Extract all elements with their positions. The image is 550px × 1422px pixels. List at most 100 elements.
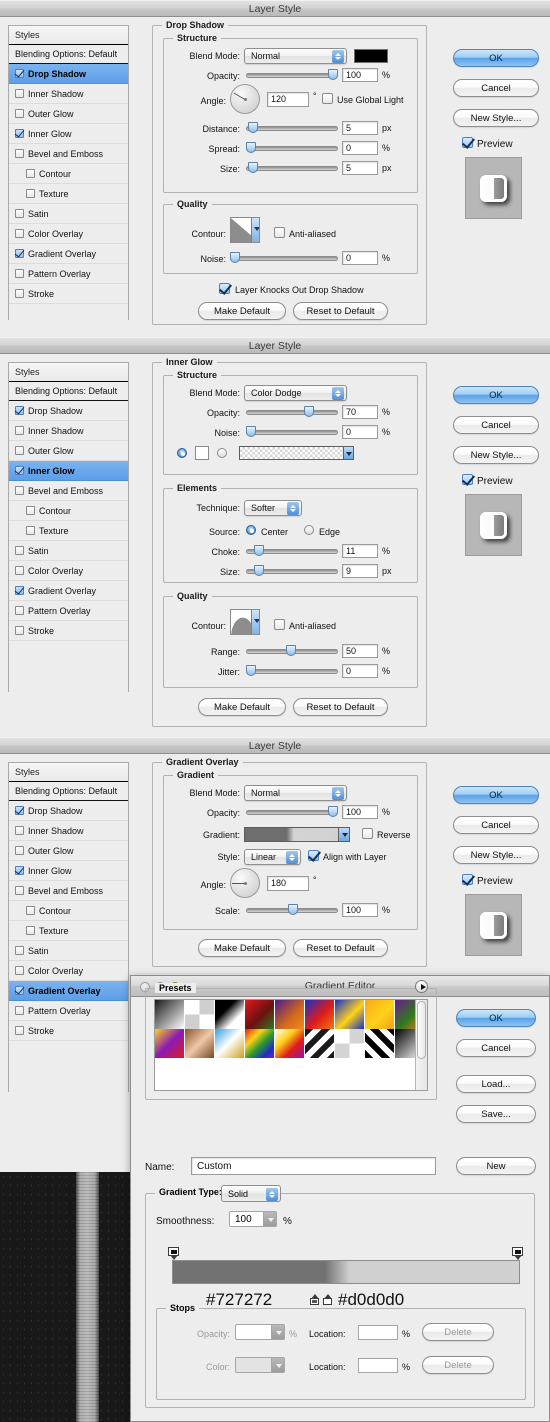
checkbox-color-overlay[interactable]	[15, 566, 24, 575]
size-slider[interactable]	[246, 565, 338, 577]
gradient-type-select[interactable]: Solid	[221, 1185, 281, 1202]
choke-input[interactable]: 11	[342, 544, 378, 558]
range-slider[interactable]	[246, 645, 338, 657]
stop-opacity-select[interactable]	[235, 1324, 285, 1340]
checkbox-inner-glow[interactable]	[15, 129, 24, 138]
sidebar-item-outer-glow[interactable]: Outer Glow	[9, 441, 128, 461]
make-default-button[interactable]: Make Default	[198, 939, 286, 957]
spread-input[interactable]: 0	[342, 141, 378, 155]
checkbox-texture[interactable]	[26, 189, 35, 198]
preset-swatch[interactable]	[275, 1029, 305, 1058]
sidebar-item-pattern-overlay[interactable]: Pattern Overlay	[9, 264, 128, 284]
distance-slider[interactable]	[246, 122, 338, 134]
sidebar-item-stroke[interactable]: Stroke	[9, 1021, 128, 1041]
sidebar-item-contour[interactable]: Contour	[9, 901, 128, 921]
slider-knob[interactable]	[304, 406, 314, 417]
spread-slider[interactable]	[246, 142, 338, 154]
gradient-editor-cancel-button[interactable]: Cancel	[456, 1039, 536, 1057]
preset-swatch[interactable]	[305, 1029, 335, 1058]
checkbox-satin[interactable]	[15, 209, 24, 218]
glow-color-swatch[interactable]	[195, 446, 209, 460]
stepper-arrows-icon[interactable]	[266, 1188, 278, 1201]
slider-knob[interactable]	[254, 545, 264, 556]
shadow-color-swatch[interactable]	[354, 49, 388, 63]
sidebar-item-color-overlay[interactable]: Color Overlay	[9, 961, 128, 981]
sidebar-item-inner-shadow[interactable]: Inner Shadow	[9, 84, 128, 104]
stop-color-select[interactable]	[235, 1357, 285, 1373]
checkbox-stroke[interactable]	[15, 626, 24, 635]
chevron-down-icon[interactable]	[263, 1212, 276, 1226]
make-default-button[interactable]: Make Default	[198, 302, 286, 320]
blending-options-row[interactable]: Blending Options: Default	[9, 382, 128, 401]
size-slider[interactable]	[246, 162, 338, 174]
stepper-arrows-icon[interactable]	[332, 787, 344, 800]
preset-swatch[interactable]	[335, 1000, 365, 1029]
anti-aliased-checkbox[interactable]	[274, 227, 285, 238]
jitter-slider[interactable]	[246, 665, 338, 677]
sidebar-item-pattern-overlay[interactable]: Pattern Overlay	[9, 601, 128, 621]
slider-knob[interactable]	[246, 426, 256, 437]
preset-swatch[interactable]	[155, 1000, 185, 1029]
presets-menu-icon[interactable]	[415, 980, 428, 993]
checkbox-stroke[interactable]	[15, 289, 24, 298]
preset-swatch[interactable]	[335, 1029, 365, 1058]
cancel-button[interactable]: Cancel	[453, 816, 539, 834]
sidebar-item-outer-glow[interactable]: Outer Glow	[9, 104, 128, 124]
reverse-checkbox[interactable]	[362, 828, 373, 839]
anti-aliased-checkbox[interactable]	[274, 619, 285, 630]
source-edge-radio[interactable]	[304, 525, 314, 535]
angle-input[interactable]: 120	[267, 92, 309, 107]
opacity-slider[interactable]	[246, 69, 338, 81]
noise-slider[interactable]	[230, 252, 338, 264]
new-style-button[interactable]: New Style...	[453, 446, 539, 464]
contour-dropdown-arrow-icon[interactable]	[251, 610, 259, 634]
glow-gradient-picker[interactable]	[239, 446, 354, 460]
sidebar-item-stroke[interactable]: Stroke	[9, 284, 128, 304]
checkbox-stroke[interactable]	[15, 1026, 24, 1035]
checkbox-inner-shadow[interactable]	[15, 426, 24, 435]
checkbox-gradient-overlay[interactable]	[15, 249, 24, 258]
checkbox-bevel-and-emboss[interactable]	[15, 486, 24, 495]
presets-scrollbar[interactable]	[415, 1000, 427, 1090]
reset-to-default-button[interactable]: Reset to Default	[293, 698, 388, 716]
angle-dial[interactable]	[230, 868, 260, 898]
slider-knob[interactable]	[248, 162, 258, 173]
opacity-input[interactable]: 100	[342, 68, 378, 82]
checkbox-gradient-overlay[interactable]	[15, 586, 24, 595]
sidebar-item-inner-glow[interactable]: Inner Glow	[9, 124, 128, 144]
checkbox-gradient-overlay[interactable]	[15, 986, 24, 995]
scale-input[interactable]: 100	[342, 903, 378, 917]
sidebar-item-color-overlay[interactable]: Color Overlay	[9, 224, 128, 244]
checkbox-inner-glow[interactable]	[15, 466, 24, 475]
checkbox-pattern-overlay[interactable]	[15, 606, 24, 615]
size-input[interactable]: 9	[342, 564, 378, 578]
preview-checkbox[interactable]	[462, 137, 473, 148]
slider-knob[interactable]	[328, 69, 338, 80]
sidebar-item-outer-glow[interactable]: Outer Glow	[9, 841, 128, 861]
technique-select[interactable]: Softer	[244, 500, 302, 516]
checkbox-outer-glow[interactable]	[15, 446, 24, 455]
contour-swatch[interactable]	[230, 609, 260, 635]
preset-swatch[interactable]	[215, 1000, 245, 1029]
checkbox-color-overlay[interactable]	[15, 966, 24, 975]
checkbox-inner-glow[interactable]	[15, 866, 24, 875]
color-stop-left[interactable]	[168, 1247, 179, 1260]
blend-mode-select[interactable]: Color Dodge	[244, 385, 347, 401]
blending-options-row[interactable]: Blending Options: Default	[9, 782, 128, 801]
checkbox-contour[interactable]	[26, 506, 35, 515]
preview-checkbox[interactable]	[462, 474, 473, 485]
sidebar-item-inner-shadow[interactable]: Inner Shadow	[9, 821, 128, 841]
cancel-button[interactable]: Cancel	[453, 416, 539, 434]
sidebar-item-stroke[interactable]: Stroke	[9, 621, 128, 641]
gradient-name-input[interactable]: Custom	[191, 1157, 436, 1175]
preset-swatch[interactable]	[185, 1000, 215, 1029]
sidebar-item-drop-shadow[interactable]: Drop Shadow	[9, 401, 128, 421]
checkbox-pattern-overlay[interactable]	[15, 269, 24, 278]
sidebar-item-inner-shadow[interactable]: Inner Shadow	[9, 421, 128, 441]
chevron-down-icon[interactable]	[271, 1358, 284, 1372]
angle-input[interactable]: 180	[267, 876, 309, 891]
size-input[interactable]: 5	[342, 161, 378, 175]
delete-opacity-stop-button[interactable]: Delete	[422, 1323, 494, 1341]
color-stop-right[interactable]	[512, 1247, 523, 1260]
blend-mode-select[interactable]: Normal	[244, 48, 347, 64]
